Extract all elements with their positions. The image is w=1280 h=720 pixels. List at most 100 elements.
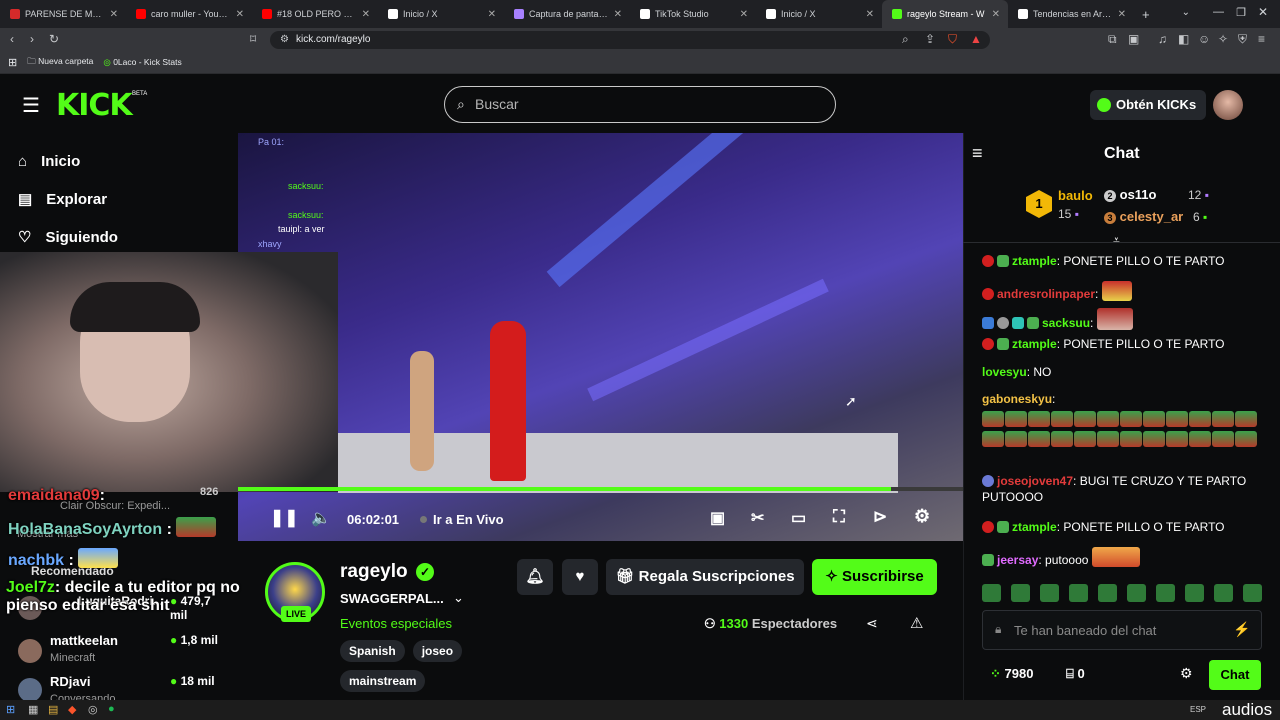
- new-tab-button[interactable]: +: [1142, 7, 1150, 22]
- clip-icon[interactable]: ✂: [751, 508, 764, 528]
- site-info-icon[interactable]: ⚙: [280, 34, 289, 45]
- menu-icon[interactable]: ≡: [1258, 32, 1265, 46]
- volume-icon[interactable]: 🔈: [311, 508, 331, 528]
- close-tab-icon[interactable]: ✕: [236, 9, 244, 20]
- bookmark-link[interactable]: ◎ 0Laco - Kick Stats: [103, 57, 181, 68]
- close-tab-icon[interactable]: ✕: [614, 9, 622, 20]
- emote-icon[interactable]: [1185, 584, 1204, 602]
- user-avatar[interactable]: [1213, 90, 1243, 120]
- collapse-chat-icon[interactable]: ≡: [972, 143, 983, 164]
- url-field[interactable]: kick.com/rageylo: [270, 31, 990, 49]
- emote-icon[interactable]: [982, 584, 1001, 602]
- back-icon[interactable]: ‹: [10, 32, 14, 46]
- sidebar-toggle-icon[interactable]: ◧: [1178, 32, 1189, 46]
- chat-username[interactable]: ztample: [1012, 254, 1057, 268]
- pip-icon[interactable]: ▣: [710, 508, 725, 528]
- nav-item-siguiendo[interactable]: ♡ Siguiendo: [18, 228, 118, 247]
- taskbar-app-icon[interactable]: ●: [108, 703, 115, 715]
- emote-icon[interactable]: [1040, 584, 1059, 602]
- leaderboard-name[interactable]: baulo: [1058, 188, 1093, 203]
- search-input[interactable]: ⌕ Buscar: [444, 86, 836, 123]
- chat-settings-icon[interactable]: ⚙: [1180, 665, 1193, 682]
- bookmark-folder[interactable]: 🗀 Nueva carpeta: [27, 56, 93, 70]
- restore-button[interactable]: ❐: [1236, 6, 1246, 19]
- emote-picker-icon[interactable]: ⚡: [1233, 621, 1250, 638]
- emote-icon[interactable]: [1011, 584, 1030, 602]
- chat-username[interactable]: ztample: [1012, 337, 1057, 351]
- emote-icon[interactable]: [1243, 584, 1262, 602]
- chat-message[interactable]: lovesyu: NO: [982, 364, 1267, 380]
- taskbar-app-icon[interactable]: ▦: [28, 703, 38, 716]
- video-player[interactable]: Pa 01: sacksuu: sacksuu: tauipl: a ver x…: [238, 133, 963, 541]
- chat-username[interactable]: jeersay: [997, 553, 1038, 567]
- follow-heart-button[interactable]: ♥: [562, 559, 598, 595]
- gift-subs-button[interactable]: 🎁︎ Regala Suscripciones: [606, 559, 804, 595]
- extensions-icon[interactable]: ⧉: [1108, 32, 1117, 47]
- chat-username[interactable]: lovesyu: [982, 365, 1027, 379]
- bookmark-icon[interactable]: ⌑: [250, 32, 256, 46]
- wallet-icon[interactable]: ▣: [1128, 32, 1139, 46]
- tag-chip[interactable]: mainstream: [340, 670, 426, 692]
- emote-icon[interactable]: [1214, 584, 1233, 602]
- close-tab-icon[interactable]: ✕: [740, 9, 748, 20]
- rewards-icon[interactable]: ▲: [970, 32, 982, 46]
- minimize-button[interactable]: —: [1213, 6, 1224, 18]
- emote-icon[interactable]: [1098, 584, 1117, 602]
- brave-shield-icon[interactable]: ⛉: [948, 32, 957, 47]
- hamburger-menu-icon[interactable]: ☰: [22, 93, 40, 118]
- send-chat-button[interactable]: Chat: [1209, 660, 1261, 690]
- emote-icon[interactable]: [1127, 584, 1146, 602]
- autoplay-icon[interactable]: ⊳: [873, 507, 887, 527]
- chat-message[interactable]: ztample: PONETE PILLO O TE PARTO: [982, 519, 1267, 535]
- leaderboard-row[interactable]: 3 celesty_ar: [1104, 209, 1183, 224]
- pause-icon[interactable]: ❚❚: [270, 508, 299, 528]
- browser-tab[interactable]: caro muller - YouTube ✕: [126, 0, 252, 28]
- taskbar-app-icon[interactable]: ▤: [48, 703, 58, 716]
- leo-icon[interactable]: ✧: [1218, 32, 1228, 46]
- profile-icon[interactable]: ☺: [1198, 32, 1210, 46]
- chat-input[interactable]: 🔒︎ Te han baneado del chat ⚡: [982, 610, 1262, 650]
- browser-tab[interactable]: Tendencias en Argentina ✕: [1008, 0, 1134, 28]
- chat-message[interactable]: jeersay: putoooo: [982, 547, 1267, 568]
- chat-username[interactable]: sacksuu: [1042, 316, 1090, 330]
- share-icon[interactable]: ⇪: [925, 32, 935, 46]
- close-window-button[interactable]: ✕: [1258, 5, 1268, 19]
- sidebar-channel[interactable]: mattkeelan Minecraft ● 1,8 mil: [16, 633, 224, 667]
- tab-search-icon[interactable]: ⌄: [1182, 7, 1190, 18]
- notify-bell-button[interactable]: 🔔︎: [517, 559, 553, 595]
- expand-leaderboard-icon[interactable]: ⩡: [1113, 233, 1120, 248]
- browser-tab[interactable]: Inicio / X ✕: [756, 0, 882, 28]
- close-tab-icon[interactable]: ✕: [866, 9, 874, 20]
- emote-icon[interactable]: [1069, 584, 1088, 602]
- chat-message[interactable]: andresrolinpaper:: [982, 281, 1267, 302]
- close-tab-icon[interactable]: ✕: [362, 9, 370, 20]
- close-tab-icon[interactable]: ✕: [110, 9, 118, 20]
- chat-message[interactable]: ztample: PONETE PILLO O TE PARTO: [982, 336, 1267, 352]
- subscribe-button[interactable]: ✧ Suscribirse: [812, 559, 937, 595]
- chat-username[interactable]: gaboneskyu: [982, 392, 1052, 406]
- chat-message[interactable]: ztample: PONETE PILLO O TE PARTO: [982, 253, 1267, 269]
- media-icon[interactable]: ♫: [1158, 32, 1167, 46]
- leaderboard-row[interactable]: 2 os11o: [1104, 187, 1156, 202]
- report-warning-icon[interactable]: ⚠: [910, 614, 923, 632]
- browser-tab[interactable]: rageylo Stream - W ✕: [882, 0, 1008, 28]
- browser-tab[interactable]: Inicio / X ✕: [378, 0, 504, 28]
- chat-message[interactable]: gaboneskyu:: [982, 391, 1267, 450]
- windows-start-icon[interactable]: ⊞: [6, 703, 15, 716]
- streamer-name[interactable]: rageylo: [340, 561, 408, 583]
- close-tab-icon[interactable]: ✕: [488, 9, 496, 20]
- theater-mode-icon[interactable]: ▭: [791, 508, 806, 528]
- tag-chip[interactable]: Spanish: [340, 640, 405, 662]
- reload-icon[interactable]: ↻: [49, 32, 59, 46]
- close-tab-icon[interactable]: ✕: [992, 9, 1000, 20]
- emote-icon[interactable]: [1156, 584, 1175, 602]
- chat-username[interactable]: joseojoven47: [997, 474, 1073, 488]
- taskbar-app-icon[interactable]: ◎: [88, 703, 98, 716]
- nav-item-explorar[interactable]: ▤ Explorar: [18, 190, 107, 209]
- browser-tab[interactable]: TikTok Studio ✕: [630, 0, 756, 28]
- share-icon[interactable]: ⋖: [866, 615, 878, 632]
- close-tab-icon[interactable]: ✕: [1118, 9, 1126, 20]
- stream-category[interactable]: Eventos especiales: [340, 616, 452, 631]
- language-indicator[interactable]: ESP: [1190, 705, 1206, 714]
- vpn-icon[interactable]: ⛨: [1238, 32, 1247, 47]
